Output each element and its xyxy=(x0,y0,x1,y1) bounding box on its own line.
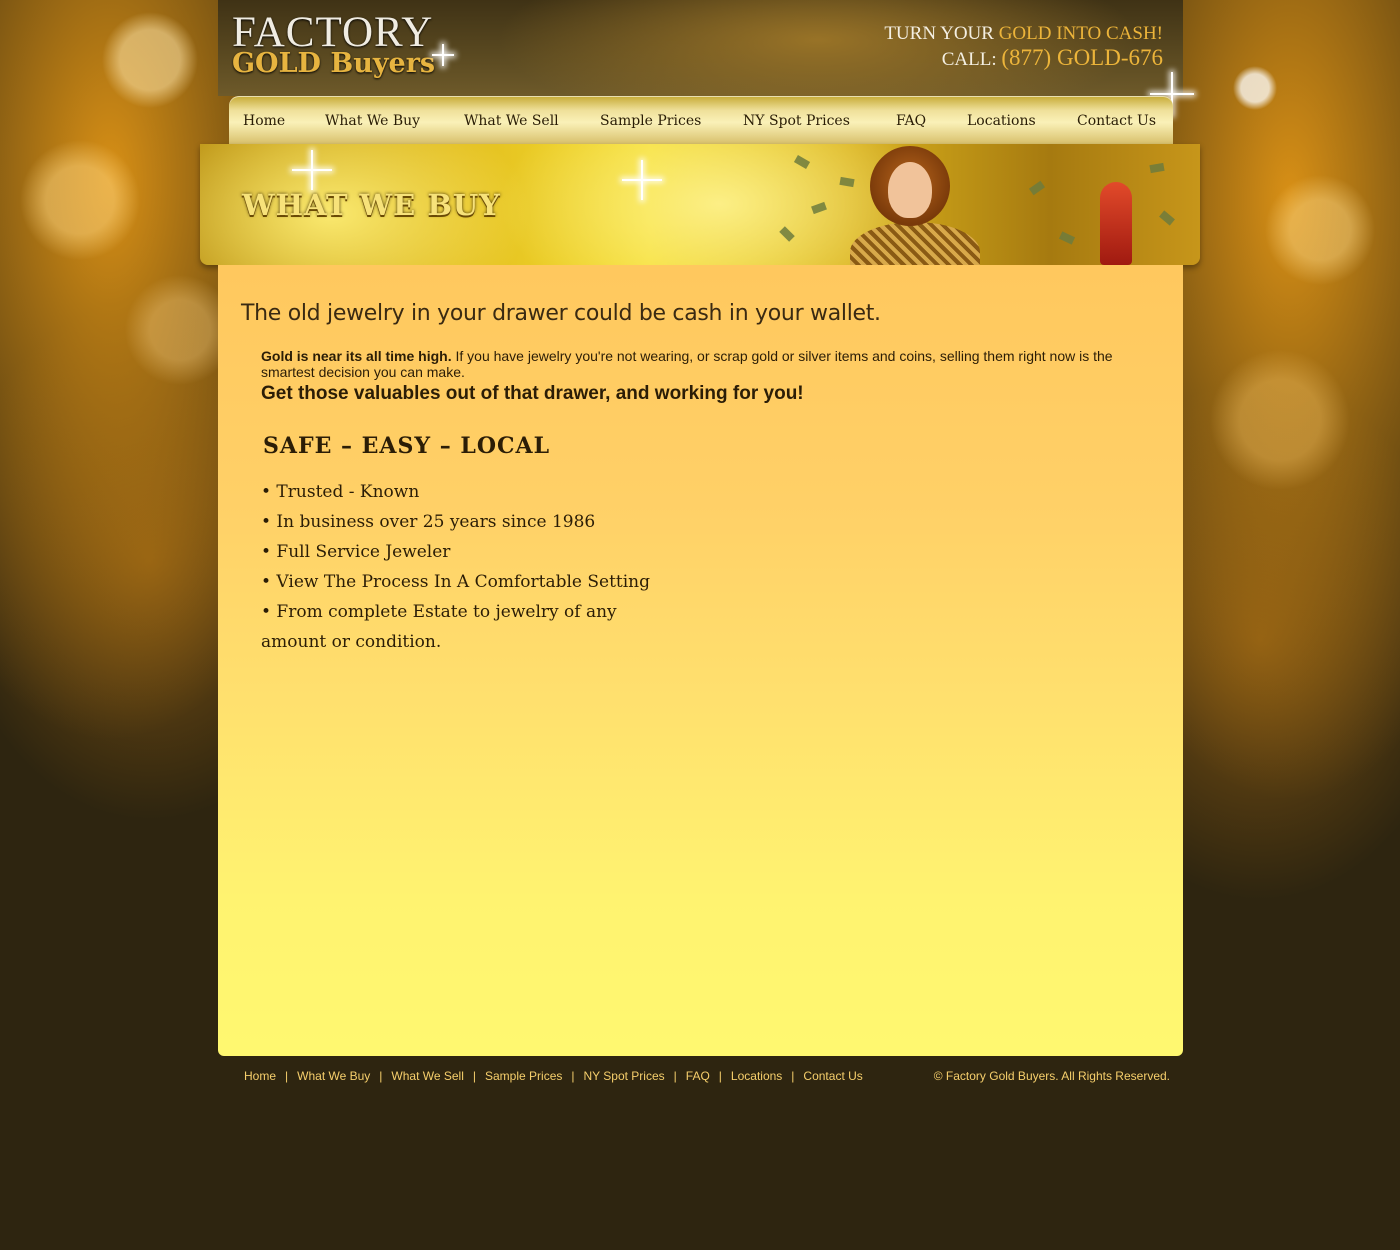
footer-link-home[interactable]: Home xyxy=(244,1069,276,1083)
footer-separator: | xyxy=(379,1069,383,1083)
nav-what-we-buy[interactable]: What We Buy xyxy=(325,96,420,144)
call-label: CALL: xyxy=(941,49,1002,70)
sparkle-icon xyxy=(432,44,454,66)
page-banner: WHAT WE BUY xyxy=(200,144,1200,265)
nav-contact-us[interactable]: Contact Us xyxy=(1077,96,1156,144)
logo-gold-buyers-text: GOLD Buyers xyxy=(232,48,436,79)
call-to-action-text: Get those valuables out of that drawer, … xyxy=(261,383,804,404)
sparkle-icon xyxy=(292,150,332,190)
site-header: FACTORY GOLD Buyers TURN YOUR GOLD INTO … xyxy=(218,0,1183,96)
footer-link-sample-prices[interactable]: Sample Prices xyxy=(485,1069,562,1083)
footer-separator: | xyxy=(791,1069,795,1083)
flying-money-image xyxy=(793,155,811,169)
main-nav: Home What We Buy What We Sell Sample Pri… xyxy=(229,96,1173,144)
nav-locations[interactable]: Locations xyxy=(967,96,1036,144)
list-item: • Trusted - Known xyxy=(261,482,420,502)
list-item: • View The Process In A Comfortable Sett… xyxy=(261,572,650,592)
selling-points-heading: SAFE – EASY – LOCAL xyxy=(263,433,551,459)
nav-home[interactable]: Home xyxy=(243,96,285,144)
footer-link-ny-spot-prices[interactable]: NY Spot Prices xyxy=(584,1069,665,1083)
tagline-highlight: GOLD INTO CASH! xyxy=(998,23,1163,44)
footer-nav: Home | What We Buy | What We Sell | Sample Pri… xyxy=(244,1068,863,1084)
flying-money-image xyxy=(1159,210,1175,226)
flying-money-image xyxy=(1058,231,1076,245)
flying-money-image xyxy=(1028,180,1046,196)
list-item: • In business over 25 years since 1986 xyxy=(261,512,596,532)
nav-ny-spot-prices[interactable]: NY Spot Prices xyxy=(743,96,850,144)
nav-what-we-sell[interactable]: What We Sell xyxy=(464,96,559,144)
footer-link-what-we-sell[interactable]: What We Sell xyxy=(391,1069,463,1083)
footer-separator: | xyxy=(673,1069,677,1083)
footer-link-what-we-buy[interactable]: What We Buy xyxy=(297,1069,370,1083)
intro-bold-text: Gold is near its all time high. xyxy=(261,348,452,364)
footer-link-locations[interactable]: Locations xyxy=(731,1069,782,1083)
flying-money-image xyxy=(839,176,855,188)
footer-separator: | xyxy=(472,1069,476,1083)
site-footer: Home | What We Buy | What We Sell | Sample Pri… xyxy=(244,1068,1174,1088)
header-tagline: TURN YOUR GOLD INTO CASH! CALL: (877) GO… xyxy=(884,22,1163,72)
footer-separator: | xyxy=(571,1069,575,1083)
intro-paragraph: Gold is near its all time high. If you h… xyxy=(261,348,1121,380)
footer-link-faq[interactable]: FAQ xyxy=(686,1069,710,1083)
banner-title: WHAT WE BUY xyxy=(242,188,501,222)
footer-separator: | xyxy=(718,1069,722,1083)
copyright-text: © Factory Gold Buyers. All Rights Reserv… xyxy=(933,1069,1170,1083)
page-headline: The old jewelry in your drawer could be … xyxy=(241,301,881,326)
flying-money-image xyxy=(779,226,795,242)
list-item: • From complete Estate to jewelry of any xyxy=(261,602,617,622)
list-item-continuation: amount or condition. xyxy=(261,632,442,652)
excited-woman-image xyxy=(850,144,980,265)
footer-link-contact-us[interactable]: Contact Us xyxy=(803,1069,862,1083)
nav-sample-prices[interactable]: Sample Prices xyxy=(600,96,701,144)
logo[interactable]: FACTORY GOLD Buyers xyxy=(218,0,468,90)
flying-money-image xyxy=(811,201,827,215)
main-content: The old jewelry in your drawer could be … xyxy=(218,265,1183,1056)
footer-separator: | xyxy=(285,1069,289,1083)
phone-number[interactable]: (877) GOLD-676 xyxy=(1001,45,1163,70)
feature-list: • Trusted - Known • In business over 25 … xyxy=(261,477,650,657)
sparkle-icon xyxy=(622,160,662,200)
tagline-prefix: TURN YOUR xyxy=(884,23,999,44)
woman-throwing-money-image xyxy=(1100,182,1132,265)
flying-money-image xyxy=(1149,162,1165,174)
nav-faq[interactable]: FAQ xyxy=(896,96,926,144)
list-item: • Full Service Jeweler xyxy=(261,542,451,562)
